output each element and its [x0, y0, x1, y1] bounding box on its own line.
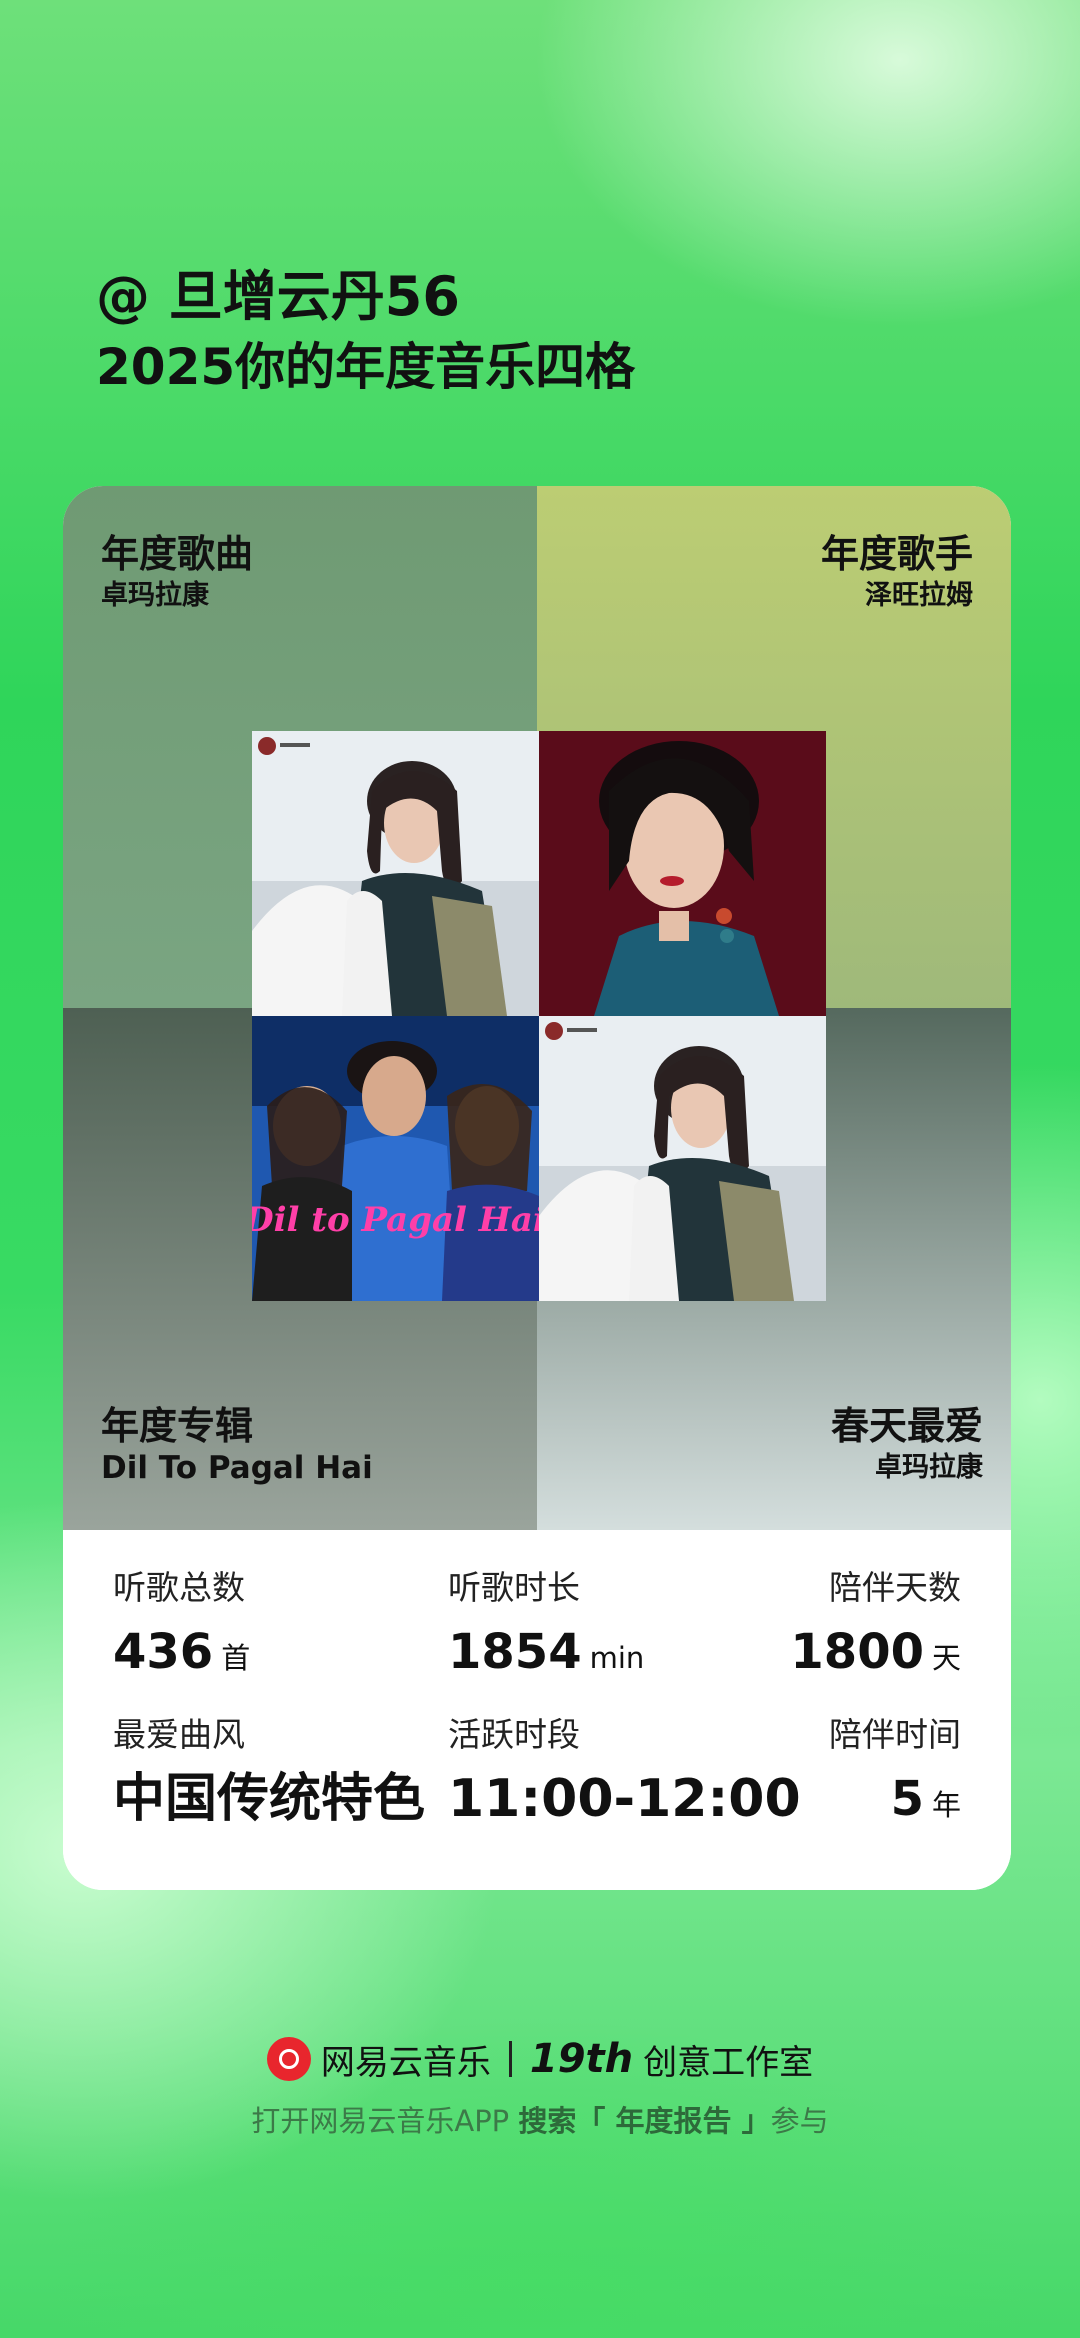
stat-label: 听歌时长: [448, 1568, 580, 1607]
song-heading: 年度歌曲: [101, 532, 254, 576]
report-header: @ 旦增云丹56 2025你的年度音乐四格: [96, 262, 635, 402]
stat-label: 活跃时段: [448, 1715, 580, 1754]
edition-number: 19th: [529, 2036, 634, 2082]
stat-listen-time: 听歌时长 1854 min: [448, 1566, 644, 1690]
hint-prefix: 打开网易云音乐APP: [251, 2104, 519, 2138]
stat-value: 1800 天: [790, 1620, 961, 1690]
song-value: 卓玛拉康: [101, 580, 209, 611]
stat-value: 1854 min: [448, 1620, 644, 1690]
artist-label: 年度歌手 泽旺拉姆: [821, 530, 973, 614]
stat-value: 中国传统特色: [113, 1769, 426, 1829]
stat-label: 最爱曲风: [113, 1715, 245, 1754]
stat-unit: 首: [221, 1641, 251, 1675]
stat-days: 陪伴天数 1800 天: [790, 1566, 961, 1690]
spring-cover-image[interactable]: [539, 1016, 826, 1301]
stat-number: 5: [890, 1771, 924, 1827]
brand-name: 网易云音乐: [320, 2042, 491, 2083]
stat-number: 1854: [448, 1624, 582, 1680]
music-grid-card: 年度歌曲 卓玛拉康 年度歌手 泽旺拉姆 年度专辑 Dil To Pagal Ha…: [63, 486, 1011, 1890]
album-label: 年度专辑 Dil To Pagal Hai: [101, 1402, 373, 1486]
stat-number: 1800: [790, 1624, 924, 1680]
stat-label: 听歌总数: [113, 1568, 245, 1607]
stat-value: 11:00-12:00: [448, 1769, 801, 1829]
hint-search: 搜索「 年度报告 」: [518, 2104, 771, 2138]
stat-active-time: 活跃时段 11:00-12:00: [448, 1713, 801, 1831]
album-heading: 年度专辑: [101, 1404, 254, 1448]
search-hint: 打开网易云音乐APP 搜索「 年度报告 」参与: [0, 2098, 1080, 2140]
report-title: 2025你的年度音乐四格: [96, 338, 636, 396]
song-cover-image[interactable]: [252, 731, 539, 1016]
stat-years: 陪伴时间 5年: [829, 1713, 961, 1837]
song-label: 年度歌曲 卓玛拉康: [101, 530, 253, 614]
hint-suffix: 参与: [770, 2104, 829, 2138]
brand-footer: 网易云音乐 19th 创意工作室: [0, 2034, 1080, 2084]
netease-music-logo-icon: [266, 2037, 311, 2081]
artist-heading: 年度歌手: [820, 532, 973, 576]
album-cover-image[interactable]: Dil to Pagal Hai: [252, 1016, 539, 1301]
stat-unit: min: [589, 1641, 645, 1675]
stat-value: 5年: [829, 1767, 961, 1837]
stat-total-songs: 听歌总数 436 首: [113, 1566, 250, 1690]
spring-heading: 春天最爱: [830, 1404, 983, 1448]
stat-label: 陪伴时间: [829, 1715, 961, 1754]
album-cover-text: Dil to Pagal Hai: [252, 1200, 539, 1240]
stat-label: 陪伴天数: [829, 1568, 961, 1607]
stat-genre: 最爱曲风 中国传统特色: [113, 1713, 425, 1831]
stat-unit: 年: [931, 1788, 961, 1822]
stats-panel: 听歌总数 436 首 听歌时长 1854 min 陪伴天数 1800 天 最爱曲风 中…: [63, 1530, 1011, 1890]
album-value: Dil To Pagal Hai: [101, 1450, 373, 1486]
artist-cover-image[interactable]: [539, 731, 826, 1016]
spring-value: 卓玛拉康: [875, 1452, 983, 1483]
username: @ 旦增云丹56: [96, 265, 460, 328]
studio-name: 创意工作室: [643, 2042, 814, 2083]
artist-value: 泽旺拉姆: [865, 580, 973, 611]
divider: [508, 2041, 512, 2077]
stat-unit: 天: [931, 1641, 961, 1675]
stat-number: 436: [113, 1624, 214, 1680]
spring-label: 春天最爱 卓玛拉康: [831, 1402, 983, 1486]
stat-value: 436 首: [113, 1620, 250, 1690]
